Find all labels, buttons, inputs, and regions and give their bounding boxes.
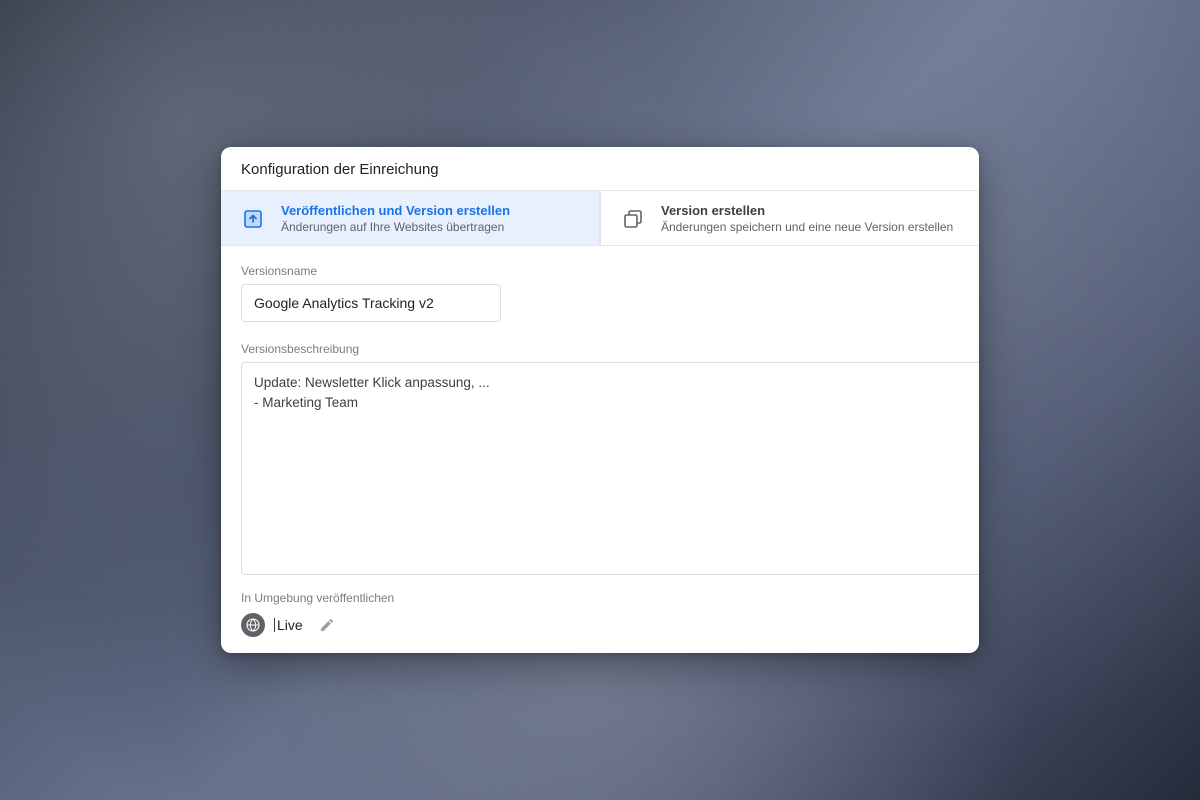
tab-create-subtitle: Änderungen speichern und eine neue Versi… — [661, 220, 953, 234]
tab-publish-subtitle: Änderungen auf Ihre Websites übertragen — [281, 220, 510, 234]
tab-publish-title: Veröffentlichen und Version erstellen — [281, 203, 510, 218]
dialog-title: Konfiguration der Einreichung — [221, 147, 979, 191]
version-name-label: Versionsname — [241, 264, 979, 278]
publish-environment-label: In Umgebung veröffentlichen — [241, 591, 979, 605]
publish-icon — [239, 205, 267, 233]
dialog-body: Versionsname Versionsbeschreibung In Umg… — [221, 246, 979, 653]
globe-icon — [241, 613, 265, 637]
copy-icon — [619, 205, 647, 233]
submit-config-dialog: Konfiguration der Einreichung Veröffentl… — [221, 147, 979, 653]
tab-publish-and-create-version[interactable]: Veröffentlichen und Version erstellen Än… — [221, 191, 600, 245]
environment-name: Live — [275, 617, 303, 633]
edit-environment-button[interactable] — [319, 617, 335, 633]
tab-create-title: Version erstellen — [661, 203, 953, 218]
version-name-input[interactable] — [241, 284, 501, 322]
action-tabs: Veröffentlichen und Version erstellen Än… — [221, 191, 979, 246]
version-description-textarea[interactable] — [241, 362, 979, 575]
version-description-label: Versionsbeschreibung — [241, 342, 979, 356]
tab-create-version[interactable]: Version erstellen Änderungen speichern u… — [600, 191, 979, 245]
